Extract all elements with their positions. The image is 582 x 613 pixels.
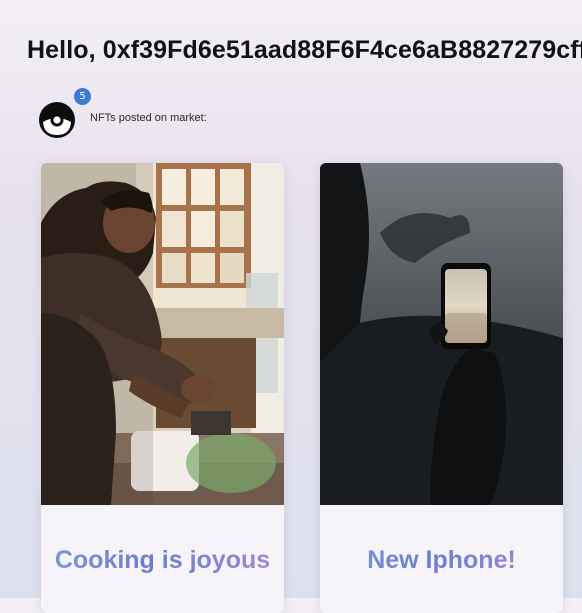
nfts-posted-label: NFTs posted on market:: [90, 112, 207, 124]
nft-card[interactable]: New Iphone!: [320, 163, 563, 613]
greeting-heading: Hello, 0xf39Fd6e51aad88F6F4ce6aB8827279c…: [27, 36, 582, 64]
woman-cooking-photo: [41, 163, 284, 505]
profile-avatar[interactable]: 5: [39, 88, 91, 138]
pokeball-icon: [39, 102, 75, 138]
nft-title: New Iphone!: [320, 543, 563, 577]
hand-holding-phone-photo: [320, 163, 563, 505]
nft-count-badge: 5: [74, 88, 91, 105]
nft-card[interactable]: Cooking is joyous: [41, 163, 284, 613]
nft-title: Cooking is joyous: [41, 543, 284, 577]
